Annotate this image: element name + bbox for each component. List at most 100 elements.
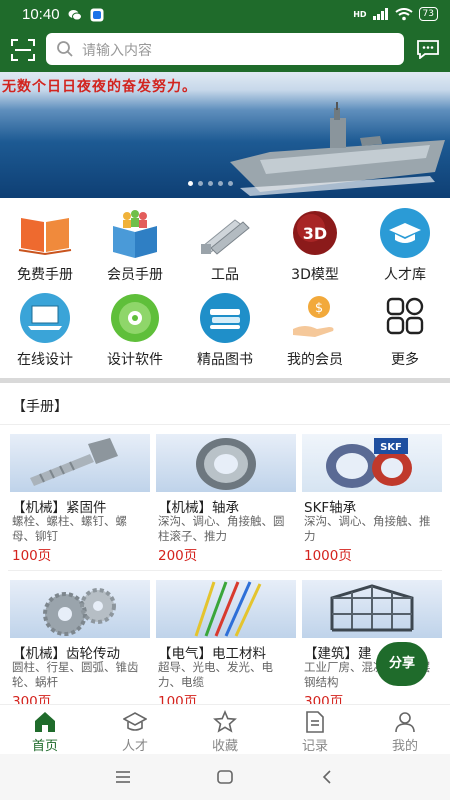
tab-label: 记录	[301, 739, 328, 754]
card-image	[156, 434, 296, 492]
svg-text:SKF: SKF	[380, 442, 402, 453]
3d-model-icon: 3D	[293, 211, 337, 255]
wifi-icon	[394, 7, 413, 20]
feature-menu: 免费手册 会员手册 工品 3D 3D模型 人才库 在线设计 设计软件 精品图书 …	[0, 198, 450, 378]
svg-text:$: $	[315, 301, 323, 316]
tab-label: 首页	[31, 739, 58, 754]
member-book-icon	[113, 210, 157, 258]
tab-talent[interactable]: 人才	[90, 705, 180, 755]
menu-label: 会员手册	[107, 267, 163, 283]
scan-icon[interactable]	[10, 38, 36, 62]
wires-icon	[194, 581, 262, 637]
laptop-icon	[20, 293, 70, 343]
network-label: HD	[353, 9, 367, 19]
menu-item-my-membership[interactable]: $ 我的会员	[270, 285, 360, 371]
menu-item-online-design[interactable]: 在线设计	[0, 285, 90, 371]
home-icon	[35, 712, 55, 732]
card-image	[156, 580, 296, 638]
status-right: HD 73	[353, 7, 438, 21]
carousel-dot[interactable]	[208, 181, 213, 186]
more-grid-icon	[386, 297, 424, 335]
card-image	[302, 580, 442, 638]
card-description: 螺栓、螺柱、螺钉、螺母、铆钉	[12, 514, 127, 543]
menu-item-books[interactable]: 精品图书	[180, 285, 270, 371]
carousel-dot[interactable]	[188, 181, 193, 186]
tab-home[interactable]: 首页	[0, 705, 90, 755]
card-image: SKF	[302, 434, 442, 492]
card-page-count: 200页	[158, 548, 198, 564]
cap-icon	[123, 712, 147, 731]
tab-mine[interactable]: 我的	[360, 705, 450, 755]
bolt-icon	[30, 438, 118, 486]
menu-lines-icon[interactable]	[114, 768, 132, 786]
manual-card[interactable]: 【机械】轴承 深沟、调心、角接触、圆柱滚子、推力 200页	[156, 434, 296, 574]
tab-history[interactable]: 记录	[270, 705, 360, 755]
search-placeholder: 请输入内容	[82, 43, 152, 59]
battery-indicator: 73	[418, 7, 438, 21]
menu-label: 我的会员	[287, 352, 343, 368]
system-navigation-bar	[0, 754, 450, 800]
card-row-divider	[8, 570, 442, 571]
menu-item-design-software[interactable]: 设计软件	[90, 285, 180, 371]
menu-label: 免费手册	[17, 267, 73, 283]
menu-label: 3D模型	[291, 267, 339, 283]
card-description: 深沟、调心、角接触、圆柱滚子、推力	[158, 514, 285, 543]
status-bar: 10:40 HD 73	[0, 0, 450, 30]
search-input[interactable]: 请输入内容	[46, 33, 404, 65]
manual-card[interactable]: 【机械】紧固件 螺栓、螺柱、螺钉、螺母、铆钉 100页	[10, 434, 150, 574]
section-title: 【手册】	[12, 399, 68, 415]
card-title: 【建筑】建	[304, 646, 372, 662]
svg-text:3D: 3D	[303, 224, 327, 243]
manual-card[interactable]: 【电气】电工材料 超导、光电、发光、电力、电缆 100页	[156, 580, 296, 720]
menu-item-3d-model[interactable]: 3D 3D模型	[270, 200, 360, 286]
card-title: SKF轴承	[304, 500, 357, 516]
menu-label: 在线设计	[17, 352, 73, 368]
gears-icon	[43, 588, 116, 636]
disc-icon	[111, 294, 159, 342]
section-title-divider	[0, 424, 450, 425]
manual-card[interactable]: 【机械】齿轮传动 圆柱、行星、圆弧、锥齿轮、蜗杆 300页	[10, 580, 150, 720]
menu-item-free-manual[interactable]: 免费手册	[0, 200, 90, 286]
menu-label: 工品	[211, 267, 239, 283]
status-time: 10:40	[22, 6, 60, 23]
manual-card[interactable]: SKF SKF轴承 深沟、调心、角接触、推力 1000页	[302, 434, 442, 574]
card-title: 【机械】轴承	[158, 500, 239, 516]
menu-item-member-manual[interactable]: 会员手册	[90, 200, 180, 286]
carousel-dot[interactable]	[198, 181, 203, 186]
app-header: 10:40 HD 73 请输入内容	[0, 0, 450, 72]
card-page-count: 1000页	[304, 548, 352, 564]
carousel-dots	[188, 181, 233, 186]
card-image	[10, 434, 150, 492]
share-button[interactable]: 分享	[376, 642, 428, 686]
wechat-notification-icon	[68, 10, 82, 21]
aluminum-profile-icon	[201, 219, 250, 255]
menu-item-talent-pool[interactable]: 人才库	[360, 200, 450, 286]
signal-icon	[372, 8, 388, 20]
star-icon	[213, 710, 237, 733]
carousel-dot[interactable]	[228, 181, 233, 186]
message-icon[interactable]	[416, 39, 440, 59]
tab-label: 人才	[121, 739, 148, 754]
user-icon	[395, 712, 415, 733]
carousel-dot[interactable]	[218, 181, 223, 186]
card-description: 超导、光电、发光、电力、电缆	[158, 660, 273, 689]
card-title: 【电气】电工材料	[158, 646, 266, 662]
app-notification-icon	[90, 8, 104, 22]
banner-carousel[interactable]: 无数个日日夜夜的奋发努力。	[0, 72, 450, 198]
document-icon	[306, 711, 324, 733]
menu-item-more[interactable]: 更多	[360, 285, 450, 371]
card-title: 【机械】紧固件	[12, 500, 107, 516]
card-description: 深沟、调心、角接触、推力	[304, 514, 431, 543]
back-chevron-icon[interactable]	[318, 768, 336, 786]
skf-bearing-icon: SKF	[326, 438, 412, 488]
banner-slogan: 无数个日日夜夜的奋发努力。	[2, 79, 197, 95]
menu-item-products[interactable]: 工品	[180, 200, 270, 286]
tab-favorites[interactable]: 收藏	[180, 705, 270, 755]
steel-frame-icon	[330, 584, 414, 632]
menu-label: 精品图书	[197, 352, 253, 368]
tab-label: 我的	[391, 739, 418, 754]
home-square-icon[interactable]	[216, 768, 234, 786]
open-book-icon	[18, 218, 72, 256]
bottom-tab-bar: 首页 人才 收藏 记录 我的	[0, 704, 450, 754]
aircraft-carrier-image	[230, 102, 445, 196]
